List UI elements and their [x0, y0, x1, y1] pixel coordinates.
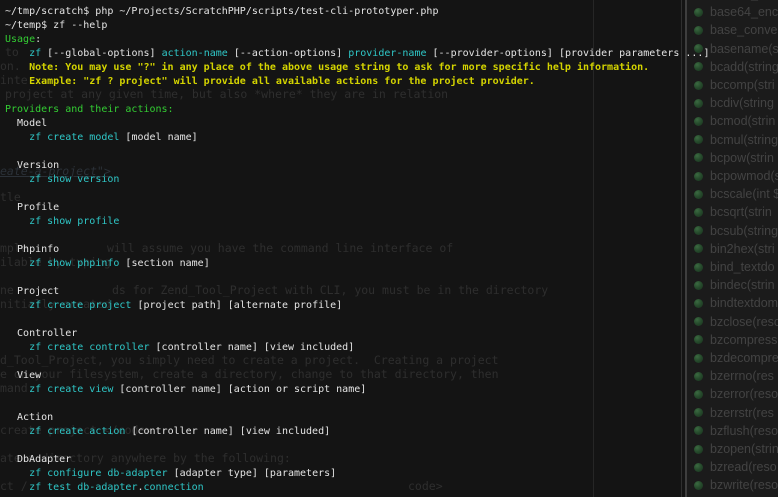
terminal-text-segment: [--global-options] [41, 48, 161, 59]
terminal-text-segment: zf show profile [29, 216, 119, 227]
terminal-text-segment: ~/tmp/scratch$ php ~/Projects/ScratchPHP… [5, 6, 438, 17]
terminal-line: zf test db-adapter.connection [5, 481, 204, 494]
terminal-text-segment: zf create controller [29, 342, 149, 353]
terminal-text-segment: zf create action [29, 426, 125, 437]
terminal-text-segment: Controller [5, 328, 77, 339]
terminal-text-segment: Phpinfo [5, 244, 59, 255]
terminal-text-segment: [--provider-options] [provider parameter… [427, 48, 710, 59]
terminal-text-segment: Model [5, 118, 47, 129]
terminal-text-segment: zf create view [29, 384, 113, 395]
terminal-text-segment: [adapter type] [parameters] [168, 468, 337, 479]
terminal-line: DbAdapter [5, 453, 71, 466]
terminal-text-segment: Version [5, 160, 59, 171]
terminal-text-segment: zf show phpinfo [29, 258, 119, 269]
terminal-line: Phpinfo [5, 243, 59, 256]
terminal-line: Model [5, 117, 47, 130]
terminal-text-segment: action-name [162, 48, 228, 59]
terminal-text-segment [5, 342, 29, 353]
terminal-text-segment: zf show version [29, 174, 119, 185]
terminal-text-segment: connection [144, 482, 204, 493]
terminal-line: zf show profile [5, 215, 119, 228]
terminal-line: zf create view [controller name] [action… [5, 383, 366, 396]
terminal-text-segment: DbAdapter [5, 454, 71, 465]
terminal-line: zf create action [controller name] [view… [5, 425, 330, 438]
terminal-text-segment: : [35, 34, 41, 45]
terminal-line: Example: "zf ? project" will provide all… [5, 75, 535, 88]
terminal-line: zf create controller [controller name] [… [5, 341, 354, 354]
terminal-text-segment: zf [29, 48, 41, 59]
terminal-text-segment [5, 300, 29, 311]
terminal-line: Action [5, 411, 53, 424]
terminal-line: Profile [5, 201, 59, 214]
terminal-text-segment: provider-name [348, 48, 426, 59]
terminal-text-segment: Example: "zf ? project" will provide all… [5, 76, 535, 87]
terminal-text-segment [5, 482, 29, 493]
terminal-text-segment: Note: You may use "?" in any place of th… [5, 62, 649, 73]
terminal-line: zf create project [project path] [altern… [5, 299, 342, 312]
terminal-text-segment: Providers and their actions: [5, 104, 174, 115]
terminal-text-segment: zf create project [29, 300, 131, 311]
terminal-line: ~/temp$ zf --help [5, 19, 107, 32]
terminal-text-segment [5, 174, 29, 185]
terminal-text-segment: Project [5, 286, 59, 297]
terminal-text-segment: View [5, 370, 41, 381]
terminal-text-segment: [--action-options] [228, 48, 348, 59]
terminal-line: zf show version [5, 173, 119, 186]
terminal-output[interactable]: ~/tmp/scratch$ php ~/Projects/ScratchPHP… [0, 0, 778, 497]
terminal-line: Note: You may use "?" in any place of th… [5, 61, 649, 74]
terminal-text-segment: zf create model [29, 132, 119, 143]
terminal-line: zf create model [model name] [5, 131, 198, 144]
terminal-text-segment: [section name] [119, 258, 209, 269]
terminal-line: Usage: [5, 33, 41, 46]
terminal-line: Version [5, 159, 59, 172]
terminal-line: zf show phpinfo [section name] [5, 257, 210, 270]
terminal-text-segment [5, 132, 29, 143]
terminal-text-segment: ~/temp$ zf --help [5, 20, 107, 31]
terminal-text-segment [5, 258, 29, 269]
terminal-line: View [5, 369, 41, 382]
terminal-text-segment: Usage [5, 34, 35, 45]
terminal-line: ~/tmp/scratch$ php ~/Projects/ScratchPHP… [5, 5, 438, 18]
terminal-text-segment: [project path] [alternate profile] [131, 300, 342, 311]
terminal-text-segment [5, 426, 29, 437]
terminal-line: Project [5, 285, 59, 298]
screen: { "terminal": { "colors": { "background"… [0, 0, 778, 497]
terminal-text-segment: zf configure db-adapter [29, 468, 167, 479]
terminal-text-segment: Profile [5, 202, 59, 213]
terminal-line: Providers and their actions: [5, 103, 174, 116]
terminal-text-segment [5, 468, 29, 479]
terminal-text-segment: [model name] [119, 132, 197, 143]
terminal-line: Controller [5, 327, 77, 340]
terminal-text-segment: Action [5, 412, 53, 423]
terminal-text-segment [5, 384, 29, 395]
terminal-line: zf [--global-options] action-name [--act… [5, 47, 709, 60]
terminal-text-segment [5, 216, 29, 227]
terminal-text-segment: [controller name] [action or script name… [113, 384, 366, 395]
terminal-text-segment: [controller name] [view included] [150, 342, 355, 353]
terminal-text-segment [5, 48, 29, 59]
terminal-text-segment: zf test db-adapter [29, 482, 137, 493]
terminal-text-segment: [controller name] [view included] [125, 426, 330, 437]
terminal-line: zf configure db-adapter [adapter type] [… [5, 467, 336, 480]
